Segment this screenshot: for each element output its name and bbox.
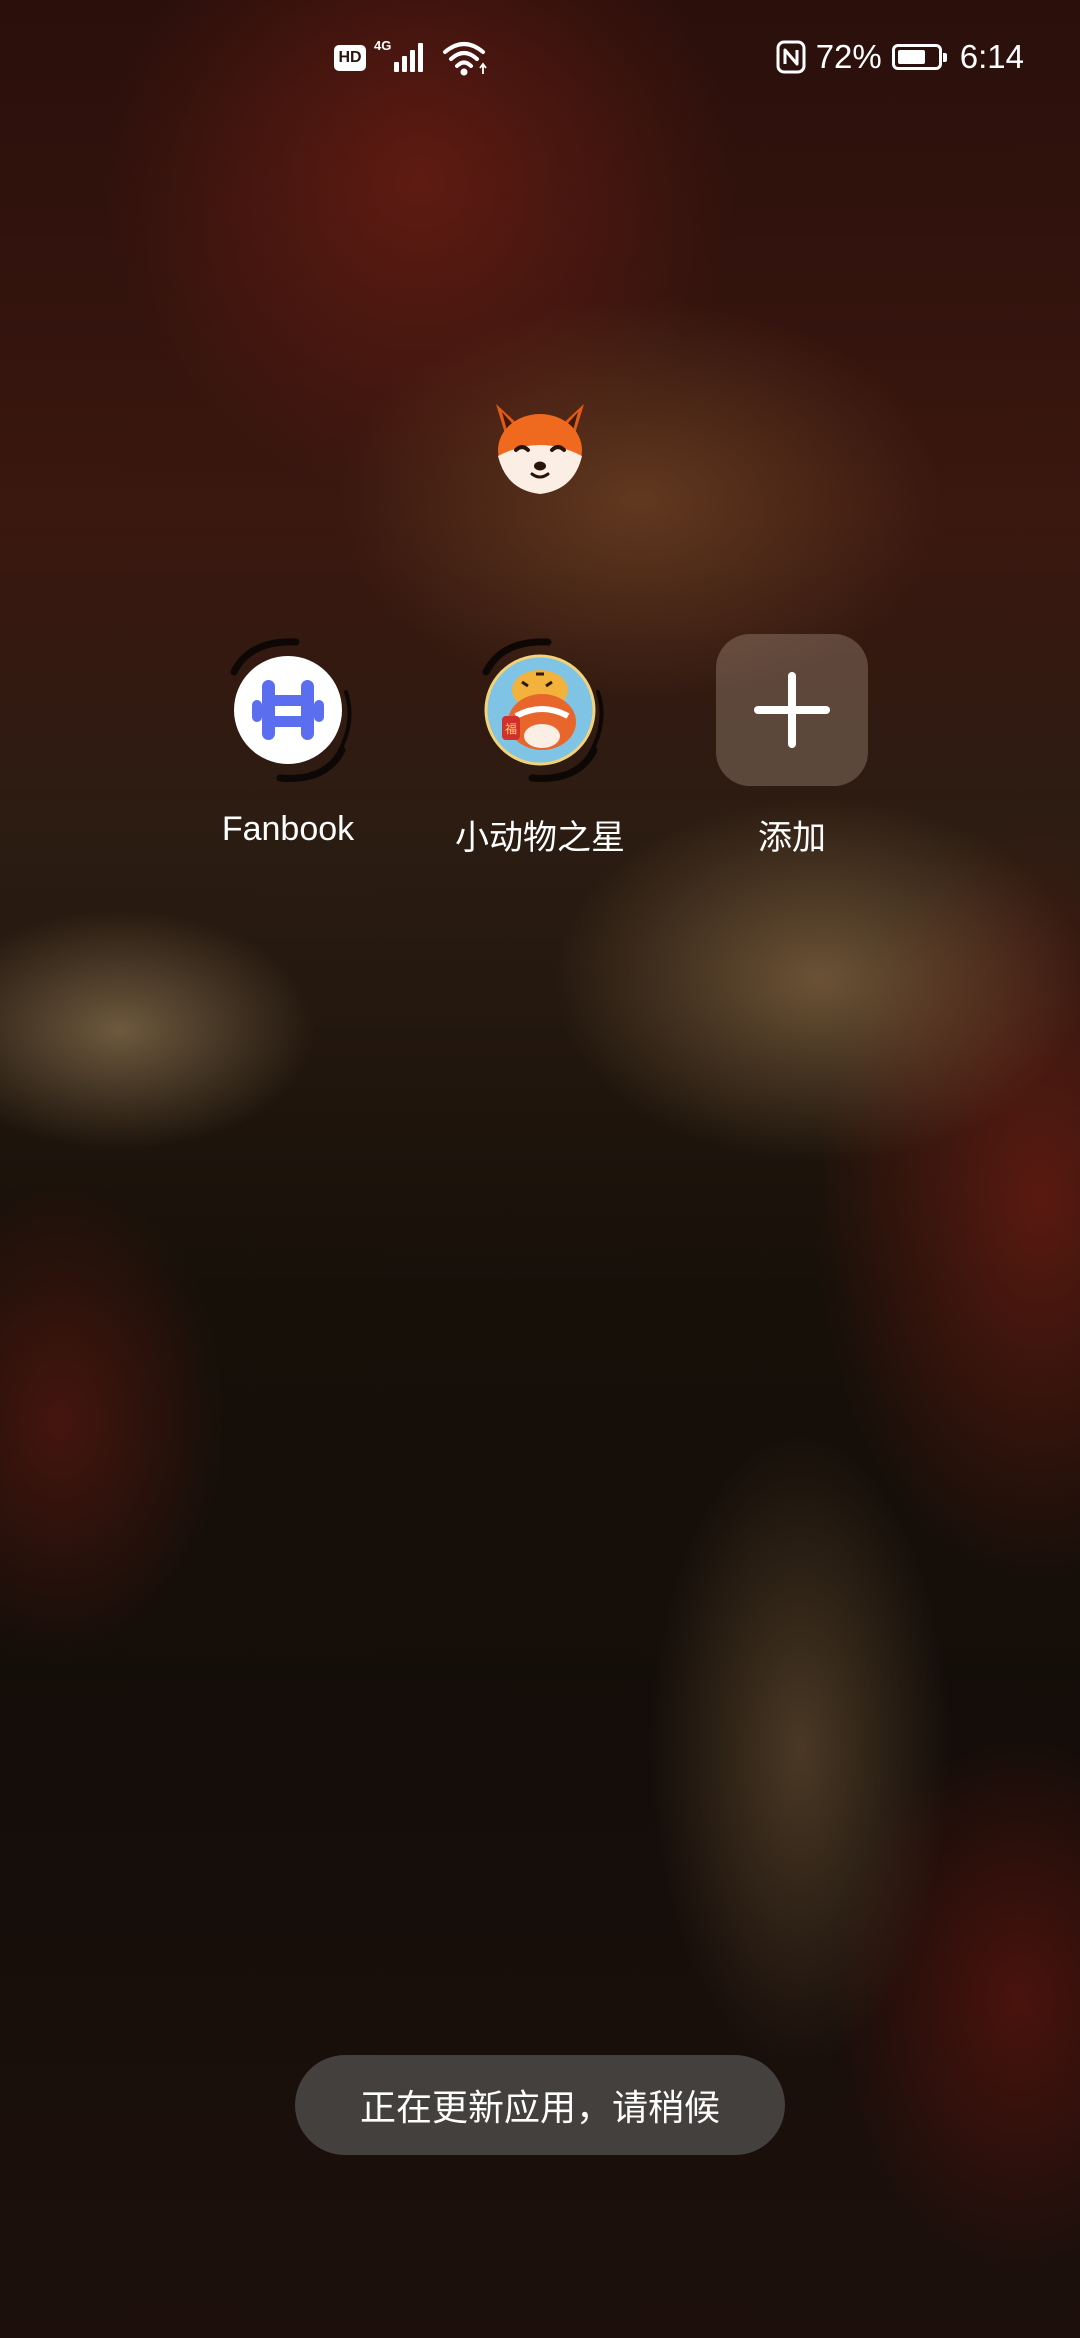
network-type-label: 4G: [374, 38, 391, 53]
fox-icon[interactable]: [488, 394, 592, 498]
nfc-icon: [776, 40, 806, 74]
toast-text: 正在更新应用，请稍候: [359, 2088, 720, 2129]
status-bar: HD 4G 72% 6:14: [0, 0, 1080, 120]
add-tile[interactable]: [716, 634, 868, 786]
battery-icon: [891, 44, 947, 70]
add-app-button[interactable]: 添加: [692, 632, 892, 859]
add-label: 添加: [758, 819, 826, 857]
status-right: 72% 6:14: [776, 38, 1024, 76]
toast-message: 正在更新应用，请稍候: [295, 2055, 785, 2155]
battery-level-fill: [897, 50, 925, 64]
wifi-icon: [443, 42, 487, 76]
plus-icon: [754, 672, 830, 748]
add-tile-wrap: [714, 632, 870, 788]
app-label-fanbook: Fanbook: [221, 810, 355, 848]
app-fanbook[interactable]: Fanbook: [188, 632, 388, 849]
app-label-animal-star: 小动物之星: [455, 819, 625, 857]
svg-text:福: 福: [505, 721, 517, 736]
signal-icon: 4G: [374, 38, 423, 72]
status-left: HD 4G: [334, 38, 488, 78]
animal-star-icon[interactable]: 福: [462, 632, 618, 788]
hd-icon: HD: [334, 45, 366, 71]
clock: 6:14: [959, 38, 1024, 75]
battery-percent: 72%: [815, 38, 882, 75]
app-animal-star[interactable]: 福 小动物之星: [440, 632, 640, 859]
fanbook-icon[interactable]: [210, 632, 366, 788]
